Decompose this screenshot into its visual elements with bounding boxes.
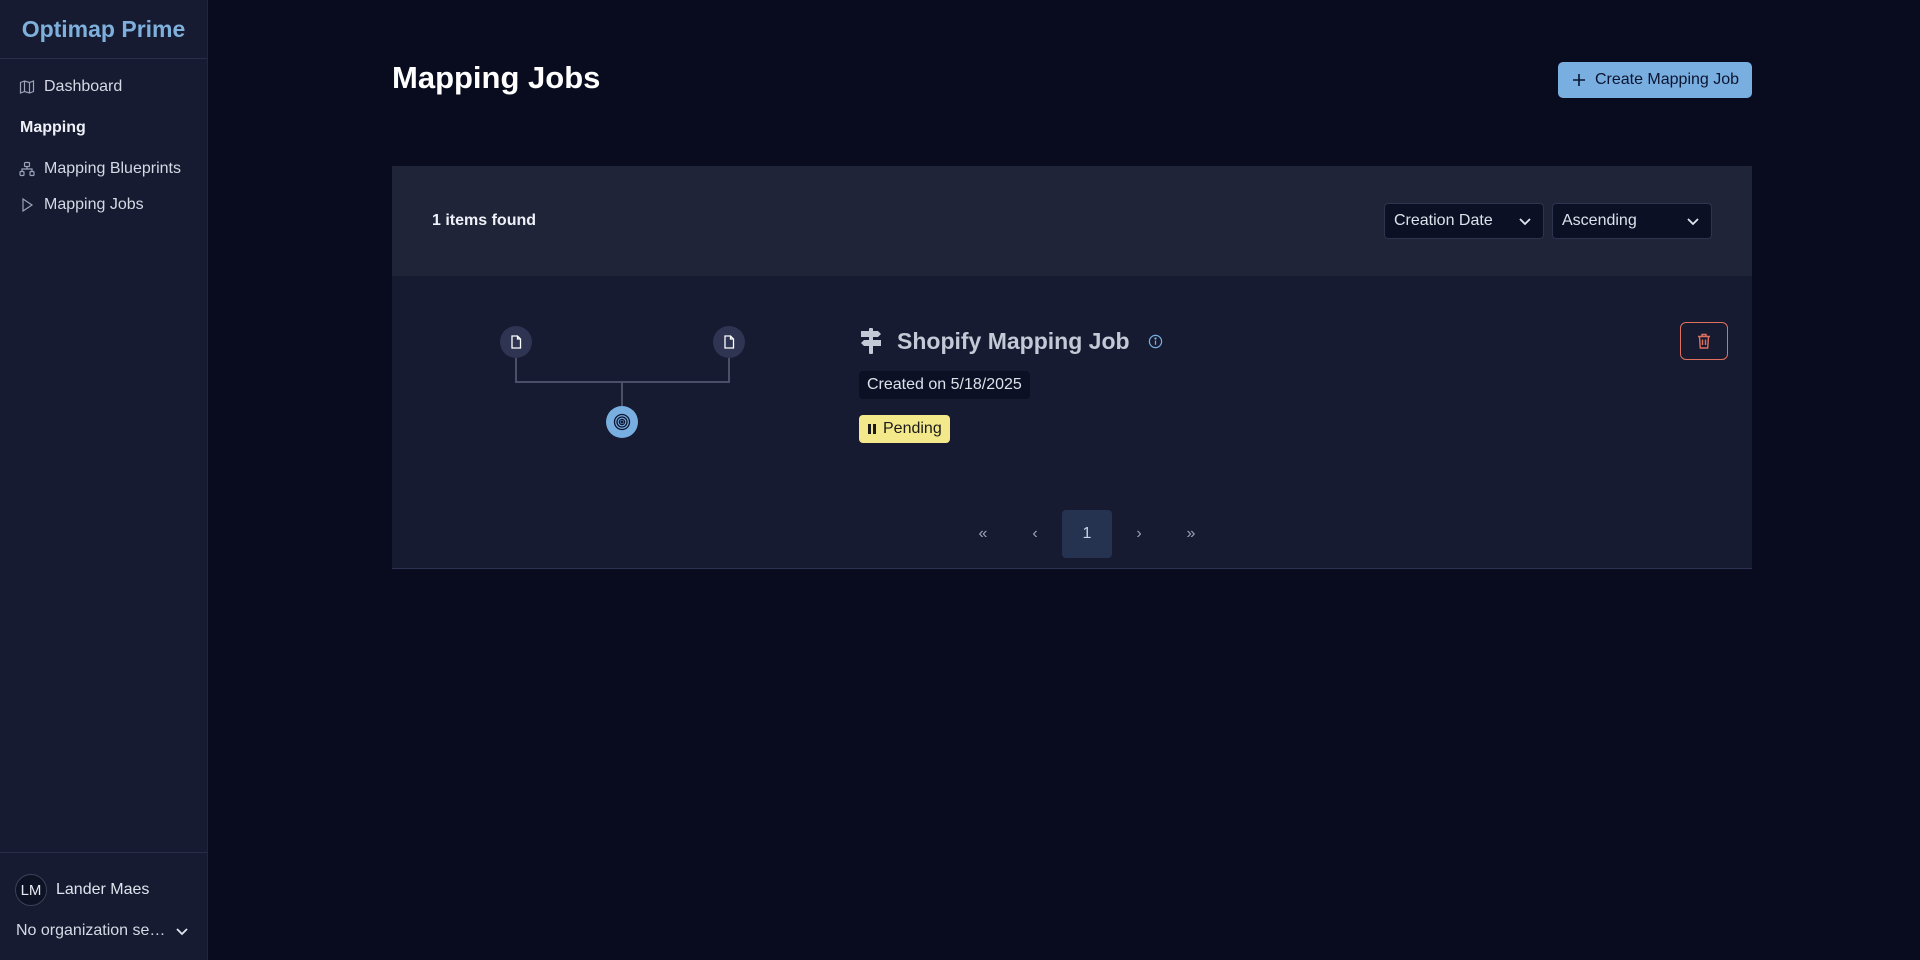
file-icon <box>511 335 522 349</box>
sort-field-select[interactable]: Creation Date <box>1384 203 1544 239</box>
map-icon <box>19 80 35 94</box>
target-icon <box>613 413 631 431</box>
sort-controls: Creation Date Ascending <box>1384 203 1712 239</box>
list-toolbar: 1 items found Creation Date Ascending <box>392 166 1752 276</box>
pagination-prev-button[interactable]: ‹ <box>1010 510 1060 558</box>
sort-field-value: Creation Date <box>1394 212 1493 229</box>
user-profile[interactable]: LM Lander Maes <box>0 867 207 913</box>
file-icon <box>724 335 735 349</box>
sidebar-footer: LM Lander Maes No organization selected <box>0 852 207 960</box>
pagination-page-button[interactable]: 1 <box>1062 510 1112 558</box>
pagination-last-button[interactable]: » <box>1166 510 1216 558</box>
job-title[interactable]: Shopify Mapping Job <box>897 328 1130 355</box>
job-info: Shopify Mapping Job Created on 5/18/2025… <box>859 325 1163 443</box>
sidebar-nav: Dashboard Mapping Mapping Blueprints Map… <box>0 59 207 223</box>
status-badge: Pending <box>859 415 950 443</box>
chevron-down-icon <box>176 928 188 936</box>
app-root: Optimap Prime Dashboard Mapping Mapping … <box>0 0 1920 960</box>
created-date-badge: Created on 5/18/2025 <box>859 371 1030 399</box>
pagination-next-button[interactable]: › <box>1114 510 1164 558</box>
job-title-row: Shopify Mapping Job <box>859 325 1163 357</box>
trash-icon <box>1698 333 1710 349</box>
delete-job-button[interactable] <box>1680 322 1728 360</box>
plus-icon <box>1572 74 1585 86</box>
sidebar-item-label: Dashboard <box>44 78 123 95</box>
target-node[interactable] <box>606 406 638 438</box>
sidebar-item-label: Mapping Blueprints <box>44 160 181 177</box>
sort-order-value: Ascending <box>1562 212 1637 229</box>
sort-order-select[interactable]: Ascending <box>1552 203 1712 239</box>
mapping-jobs-panel: 1 items found Creation Date Ascending Sh… <box>392 166 1752 569</box>
list-item[interactable]: Shopify Mapping Job Created on 5/18/2025… <box>392 276 1752 501</box>
items-found-count: 1 items found <box>432 212 537 229</box>
chevron-down-icon <box>1687 218 1699 226</box>
sitemap-icon <box>19 161 35 177</box>
source-node[interactable] <box>713 326 745 358</box>
user-name: Lander Maes <box>56 881 150 898</box>
info-icon[interactable] <box>1148 334 1163 349</box>
pagination: « ‹ 1 › » <box>392 509 1752 559</box>
brand-title[interactable]: Optimap Prime <box>0 0 207 59</box>
page-title: Mapping Jobs <box>392 60 601 95</box>
sidebar-item-mapping-jobs[interactable]: Mapping Jobs <box>0 187 207 223</box>
organization-select-value: No organization selected <box>16 922 166 939</box>
sidebar-item-label: Mapping Jobs <box>44 196 144 213</box>
source-node[interactable] <box>500 326 532 358</box>
signpost-icon <box>861 328 881 354</box>
chevron-down-icon <box>1519 218 1531 226</box>
mapping-flow-diagram <box>500 326 756 446</box>
pagination-first-button[interactable]: « <box>958 510 1008 558</box>
sidebar-section-mapping: Mapping <box>20 119 86 136</box>
create-mapping-job-label: Create Mapping Job <box>1594 71 1740 88</box>
organization-select[interactable]: No organization selected <box>0 913 207 949</box>
pause-icon <box>868 424 876 434</box>
status-label: Pending <box>883 420 942 437</box>
sidebar-item-mapping-blueprints[interactable]: Mapping Blueprints <box>0 151 207 187</box>
avatar: LM <box>15 874 47 906</box>
create-mapping-job-button[interactable]: Create Mapping Job <box>1558 62 1752 98</box>
play-icon <box>22 197 34 213</box>
sidebar: Optimap Prime Dashboard Mapping Mapping … <box>0 0 208 960</box>
sidebar-item-dashboard[interactable]: Dashboard <box>0 69 207 105</box>
